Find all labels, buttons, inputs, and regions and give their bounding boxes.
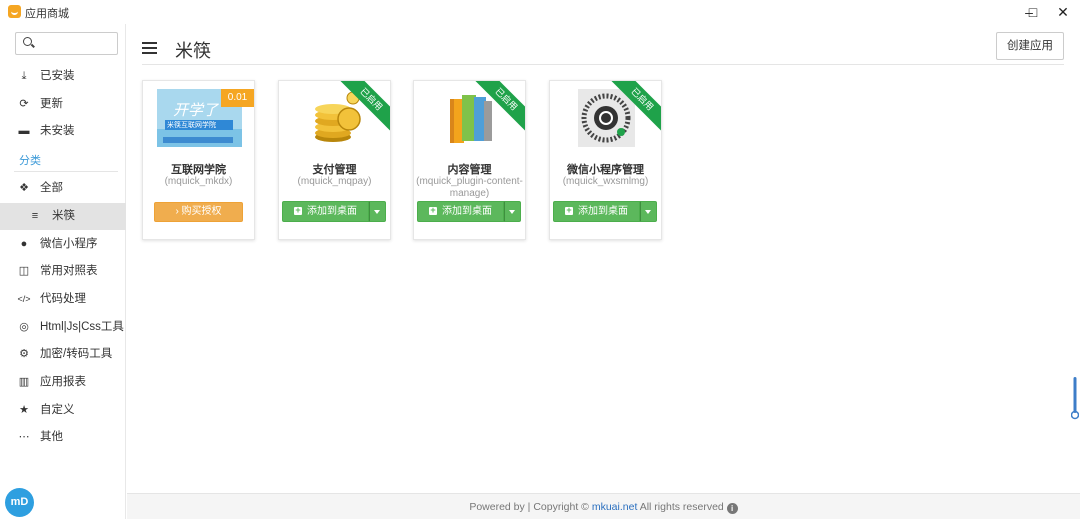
price-badge: 0.01 bbox=[221, 89, 254, 107]
chart-icon: ▥ bbox=[18, 376, 30, 388]
sidebar-item-other[interactable]: ⋯ 其他 bbox=[0, 424, 126, 451]
app-id: (mquick_plugin-content-manage) bbox=[416, 176, 523, 199]
sidebar-item-label: Html|Js|Css工具 bbox=[40, 321, 124, 333]
brand-logo[interactable]: mD bbox=[5, 488, 34, 517]
app-card[interactable]: 已启用 微信小程序管理 (mquick_wxsmlmg) 添加到桌面 bbox=[549, 80, 662, 240]
create-app-button[interactable]: 创建应用 bbox=[996, 32, 1064, 60]
cubes-icon: ❖ bbox=[19, 182, 29, 194]
header-divider bbox=[142, 64, 1064, 65]
title-bar: 应用商城 – □ ✕ bbox=[0, 0, 1080, 24]
thumbnail-headline: 开学了 bbox=[173, 101, 219, 119]
sidebar-item-label: 自定义 bbox=[40, 404, 75, 416]
dropdown-toggle[interactable] bbox=[369, 201, 386, 222]
refresh-icon: ⟳ bbox=[19, 98, 29, 110]
footer-rights: All rights reserved bbox=[639, 501, 724, 513]
app-logo-icon bbox=[8, 5, 21, 18]
star-icon: ★ bbox=[19, 404, 29, 416]
scrollbar-thumb[interactable] bbox=[1071, 377, 1079, 421]
search-icon bbox=[23, 37, 32, 46]
app-name: 微信小程序管理 bbox=[567, 164, 644, 176]
footer-copyright: Powered by | Copyright © bbox=[469, 501, 589, 513]
download-icon: ⤓ bbox=[21, 70, 27, 82]
app-id: (mquick_mkdx) bbox=[164, 176, 233, 187]
add-to-desktop-button[interactable]: 添加到桌面 bbox=[282, 201, 369, 222]
button-label: 添加到桌面 bbox=[578, 206, 628, 217]
code-icon: </> bbox=[17, 294, 31, 304]
dropdown-toggle[interactable] bbox=[640, 201, 657, 222]
search-input[interactable] bbox=[36, 35, 114, 52]
sidebar-item-app-reports[interactable]: ▥ 应用报表 bbox=[0, 369, 126, 396]
plus-square-icon bbox=[565, 203, 573, 217]
app-card[interactable]: 开学了 米筷互联网学院 0.01 互联网学院 (mquick_mkdx) › 购… bbox=[142, 80, 255, 240]
thumbnail-subtitle: 米筷互联网学院 bbox=[167, 122, 216, 129]
sidebar-item-installed[interactable]: ⤓ 已安装 bbox=[0, 63, 126, 90]
mini-program-code-icon bbox=[578, 89, 635, 147]
button-label: 添加到桌面 bbox=[307, 206, 357, 217]
app-card[interactable]: 已启用 支付管理 (mquick_mqpay) 添加到桌面 bbox=[278, 80, 391, 240]
menu-toggle-icon[interactable] bbox=[142, 42, 157, 54]
app-id: (mquick_wxsmlmg) bbox=[562, 176, 649, 187]
plus-square-icon bbox=[429, 203, 437, 217]
app-id: (mquick_mqpay) bbox=[297, 176, 372, 187]
sidebar-item-label: 米筷 bbox=[52, 210, 75, 222]
sidebar-item-update[interactable]: ⟳ 更新 bbox=[0, 91, 126, 118]
sidebar-item-all[interactable]: ❖ 全部 bbox=[0, 175, 126, 202]
app-name: 支付管理 bbox=[312, 164, 357, 176]
sidebar-item-encryption-tools[interactable]: ⚙ 加密/转码工具 bbox=[0, 341, 126, 368]
sidebar-item-label: 未安装 bbox=[40, 125, 75, 137]
sidebar-item-mikuai[interactable]: ≡ 米筷 bbox=[0, 203, 126, 230]
sidebar-item-label: 其他 bbox=[40, 431, 63, 443]
chrome-icon: ◎ bbox=[19, 321, 29, 333]
sidebar-item-wechat-miniapp[interactable]: ● 微信小程序 bbox=[0, 231, 126, 258]
comment-icon: ● bbox=[20, 238, 28, 250]
close-button[interactable]: ✕ bbox=[1048, 2, 1078, 22]
window-title: 应用商城 bbox=[25, 8, 69, 20]
ellipsis-icon: ⋯ bbox=[18, 431, 30, 443]
minus-square-icon: ▬ bbox=[18, 125, 30, 137]
app-name: 内容管理 bbox=[447, 164, 492, 176]
app-card[interactable]: 已启用 内容管理 (mquick_plugin-content-manage) … bbox=[413, 80, 526, 240]
columns-icon: ◫ bbox=[18, 265, 30, 277]
sidebar-item-label: 加密/转码工具 bbox=[40, 348, 113, 360]
add-to-desktop-button[interactable]: 添加到桌面 bbox=[417, 201, 504, 222]
app-name: 互联网学院 bbox=[171, 164, 226, 176]
sidebar-item-label: 常用对照表 bbox=[40, 265, 98, 277]
coins-icon bbox=[315, 91, 361, 142]
sidebar: ⤓ 已安装 ⟳ 更新 ▬ 未安装 分类 ❖ 全部 ≡ 米筷 ● 微信小程序 ◫ … bbox=[0, 24, 126, 519]
add-to-desktop-button[interactable]: 添加到桌面 bbox=[553, 201, 640, 222]
dropdown-toggle[interactable] bbox=[504, 201, 521, 222]
maximize-button[interactable]: □ bbox=[1018, 2, 1048, 22]
cogs-icon: ⚙ bbox=[19, 348, 29, 360]
search-box[interactable] bbox=[15, 32, 118, 55]
sidebar-item-label: 全部 bbox=[40, 182, 63, 194]
buy-license-button[interactable]: › 购买授权 bbox=[154, 202, 243, 222]
category-section-label: 分类 bbox=[19, 155, 41, 167]
page-title: 米筷 bbox=[175, 41, 211, 61]
sidebar-item-label: 代码处理 bbox=[40, 293, 86, 305]
info-icon[interactable]: i bbox=[726, 503, 738, 514]
books-icon bbox=[450, 95, 492, 143]
plus-square-icon bbox=[294, 203, 302, 217]
sidebar-item-label: 已安装 bbox=[40, 70, 75, 82]
sidebar-item-reference-tables[interactable]: ◫ 常用对照表 bbox=[0, 258, 126, 285]
sidebar-item-custom[interactable]: ★ 自定义 bbox=[0, 397, 126, 424]
divider bbox=[14, 171, 118, 172]
footer-link[interactable]: mkuai.net bbox=[592, 501, 638, 513]
sidebar-item-html-js-css-tools[interactable]: ◎ Html|Js|Css工具 bbox=[0, 314, 126, 341]
button-label: 添加到桌面 bbox=[442, 206, 492, 217]
sidebar-item-code-processing[interactable]: </> 代码处理 bbox=[0, 286, 126, 313]
list-icon: ≡ bbox=[31, 210, 39, 222]
sidebar-item-label: 应用报表 bbox=[40, 376, 86, 388]
footer: Powered by | Copyright © mkuai.net All r… bbox=[127, 493, 1080, 519]
sidebar-item-label: 更新 bbox=[40, 98, 63, 110]
sidebar-item-not-installed[interactable]: ▬ 未安装 bbox=[0, 118, 126, 145]
sidebar-item-label: 微信小程序 bbox=[40, 238, 98, 250]
